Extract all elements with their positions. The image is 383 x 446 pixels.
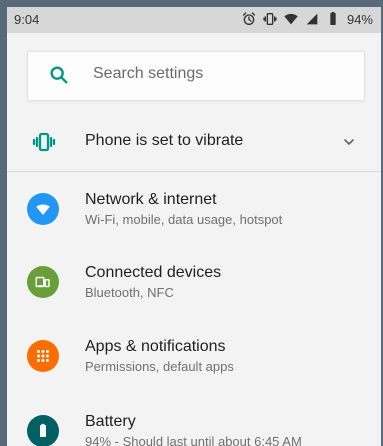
status-icons: 94% <box>241 11 373 27</box>
setting-battery[interactable]: Battery 94% - Should last until about 6:… <box>7 405 381 446</box>
search-input[interactable] <box>93 65 343 83</box>
setting-title: Connected devices <box>85 264 222 281</box>
signal-icon <box>304 11 320 27</box>
setting-title: Network & internet <box>85 191 217 208</box>
status-time: 9:04 <box>14 12 40 27</box>
battery-icon <box>325 11 341 27</box>
alarm-icon <box>241 11 257 27</box>
search-bar[interactable] <box>27 51 365 101</box>
setting-subtitle: Wi-Fi, mobile, data usage, hotspot <box>85 212 283 227</box>
setting-title: Apps & notifications <box>85 338 226 355</box>
wifi-icon <box>283 11 299 27</box>
chevron-down-icon[interactable] <box>341 134 357 150</box>
section-divider <box>7 171 381 172</box>
vibrate-icon <box>262 11 278 27</box>
battery-icon <box>27 415 59 446</box>
setting-subtitle: Permissions, default apps <box>85 359 234 374</box>
devices-icon <box>27 266 59 298</box>
sound-mode-card[interactable]: Phone is set to vibrate <box>7 125 381 161</box>
setting-subtitle: 94% - Should last until about 6:45 AM <box>85 434 302 446</box>
setting-title: Battery <box>85 413 136 430</box>
setting-network-internet[interactable]: Network & internet Wi-Fi, mobile, data u… <box>7 183 381 241</box>
vibrate-icon <box>32 130 56 154</box>
search-icon[interactable] <box>48 64 70 86</box>
setting-apps-notifications[interactable]: Apps & notifications Permissions, defaul… <box>7 330 381 388</box>
network-icon <box>27 193 59 225</box>
setting-connected-devices[interactable]: Connected devices Bluetooth, NFC <box>7 256 381 314</box>
settings-screen: 9:04 94% Search settings Phone is set to… <box>7 7 381 446</box>
status-bar: 9:04 94% <box>7 7 381 33</box>
battery-percent: 94% <box>346 11 373 27</box>
sound-mode-label: Phone is set to vibrate <box>85 132 244 149</box>
setting-subtitle: Bluetooth, NFC <box>85 285 174 300</box>
apps-icon <box>27 340 59 372</box>
